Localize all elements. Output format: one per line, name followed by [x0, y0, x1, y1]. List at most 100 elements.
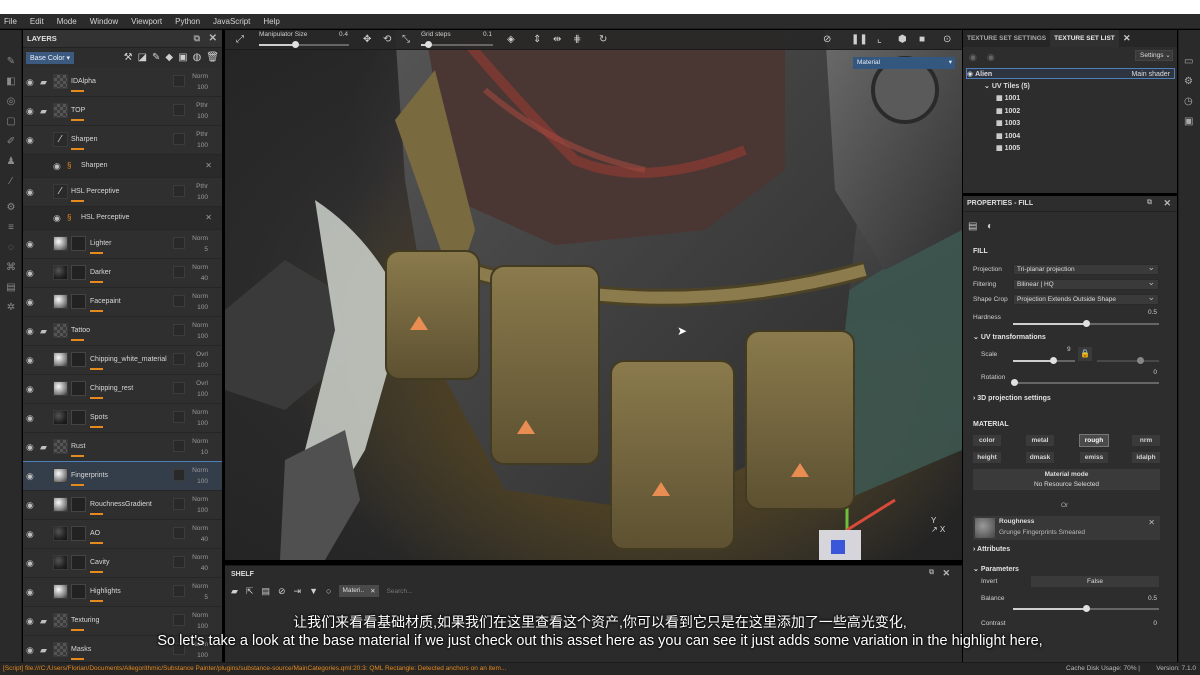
- snap-icon[interactable]: ⋕: [573, 34, 581, 45]
- menu-window[interactable]: Window: [90, 17, 118, 26]
- close-icon[interactable]: ✕: [209, 33, 217, 44]
- float-icon[interactable]: ⧉: [194, 33, 200, 44]
- uv-tile-row[interactable]: ▦ 1005: [966, 143, 1175, 154]
- uv-tile-row[interactable]: ▦ 1002: [966, 106, 1175, 117]
- layer-checkbox[interactable]: [173, 469, 185, 481]
- layers-stack-icon[interactable]: ≡: [5, 222, 17, 234]
- layer-row[interactable]: ◉ Cavity Norm 40: [23, 549, 222, 578]
- eye-icon[interactable]: ◉: [26, 297, 34, 308]
- python-icon[interactable]: ⌘: [5, 262, 17, 274]
- eye-icon[interactable]: ◉: [26, 268, 34, 279]
- history-icon[interactable]: ↻: [599, 34, 607, 45]
- attributes-toggle[interactable]: › Attributes: [973, 546, 1010, 553]
- layer-blend[interactable]: Ovrl 100: [196, 378, 208, 400]
- projection-3d-toggle[interactable]: › 3D projection settings: [973, 395, 1051, 402]
- eye-icon[interactable]: ◉: [26, 239, 34, 250]
- picker-icon[interactable]: ⁄: [5, 176, 17, 188]
- add-fill-layer-icon[interactable]: ◆: [165, 52, 173, 63]
- eye-icon[interactable]: ◉: [26, 442, 34, 453]
- mask-thumbnail[interactable]: [71, 555, 86, 570]
- layer-blend[interactable]: Pthr 100: [196, 100, 208, 122]
- layer-blend[interactable]: Pthr 100: [196, 129, 208, 151]
- layer-row[interactable]: ◉ Facepaint Norm 100: [23, 288, 222, 317]
- add-folder-icon[interactable]: ▣: [178, 52, 187, 63]
- mask-thumbnail[interactable]: [71, 381, 86, 396]
- channel-toggle-color[interactable]: color: [973, 435, 1001, 446]
- layer-effect-row[interactable]: ◉ § HSL Perceptive ✕: [23, 207, 222, 230]
- save-icon[interactable]: ▤: [261, 586, 270, 597]
- layer-checkbox[interactable]: [173, 498, 185, 510]
- layer-checkbox[interactable]: [173, 585, 185, 597]
- close-icon[interactable]: ✕: [1163, 198, 1171, 209]
- pause-icon[interactable]: ❚❚: [851, 34, 868, 45]
- cog-icon[interactable]: ✲: [5, 302, 17, 314]
- layer-blend[interactable]: Norm 5: [192, 581, 208, 603]
- layer-checkbox[interactable]: [173, 527, 185, 539]
- layer-blend[interactable]: Norm 40: [192, 523, 208, 545]
- layer-checkbox[interactable]: [173, 295, 185, 307]
- eye-icon[interactable]: ◉: [53, 161, 61, 172]
- eye-icon[interactable]: ◉: [26, 413, 34, 424]
- scale-v-slider[interactable]: [1097, 357, 1159, 364]
- clone-icon[interactable]: ♟: [5, 156, 17, 168]
- eye-icon[interactable]: ◉: [26, 77, 34, 88]
- shape-crop-dropdown[interactable]: Projection Extends Outside Shape: [1013, 292, 1159, 305]
- filter-icon[interactable]: ▼: [309, 586, 318, 596]
- uv-tile-row[interactable]: ▦ 1003: [966, 118, 1175, 129]
- eraser-icon[interactable]: ◧: [5, 76, 17, 88]
- hardness-slider[interactable]: [1013, 320, 1159, 327]
- eye-icon[interactable]: ◉: [987, 52, 995, 63]
- filter-tag[interactable]: Materi.. ✕: [339, 585, 379, 597]
- layer-row[interactable]: ◉ ▰ Tattoo Norm 100: [23, 317, 222, 346]
- folder-icon[interactable]: ▰: [231, 586, 238, 597]
- layer-checkbox[interactable]: [173, 133, 185, 145]
- layer-checkbox[interactable]: [173, 324, 185, 336]
- balance-slider[interactable]: [1013, 605, 1159, 612]
- menu-python[interactable]: Python: [175, 17, 200, 26]
- layer-row[interactable]: ◉ ▰ TOP Pthr 100: [23, 97, 222, 126]
- rotate-icon[interactable]: ⟲: [383, 34, 391, 45]
- invert-toggle[interactable]: False: [1031, 576, 1159, 587]
- close-icon[interactable]: ✕: [370, 587, 375, 595]
- layer-blend[interactable]: Ovrl 100: [196, 349, 208, 371]
- projection-icon[interactable]: ◎: [5, 96, 17, 108]
- eye-icon[interactable]: ◉: [26, 106, 34, 117]
- layer-row[interactable]: ◉ ⁄ HSL Perceptive Pthr 100: [23, 178, 222, 207]
- layer-row[interactable]: ◉ Chipping_rest Ovrl 100: [23, 375, 222, 404]
- material-sphere-icon[interactable]: ◐: [987, 221, 993, 232]
- paint-brush-icon[interactable]: ✎: [5, 56, 17, 68]
- eye-icon[interactable]: ◉: [26, 135, 34, 146]
- folder-icon[interactable]: ▰: [40, 326, 47, 337]
- layer-blend[interactable]: Norm 100: [192, 407, 208, 429]
- shelf-icon[interactable]: ▭: [1184, 56, 1193, 67]
- channel-toggle-emiss[interactable]: emiss: [1080, 452, 1108, 463]
- mask-thumbnail[interactable]: [71, 410, 86, 425]
- menu-mode[interactable]: Mode: [57, 17, 77, 26]
- mask-thumbnail[interactable]: [71, 352, 86, 367]
- fill-properties-icon[interactable]: ▤: [968, 221, 977, 232]
- layer-blend[interactable]: Norm 40: [192, 262, 208, 284]
- bake-icon[interactable]: ◌: [5, 242, 17, 254]
- history-icon[interactable]: ◷: [1184, 96, 1193, 107]
- smudge-icon[interactable]: ✐: [5, 136, 17, 148]
- eye-icon[interactable]: ◉: [26, 558, 34, 569]
- circle-icon[interactable]: ○: [326, 586, 331, 596]
- layer-checkbox[interactable]: [173, 556, 185, 568]
- export-icon[interactable]: ⇥: [294, 586, 302, 597]
- manipulator-size-slider[interactable]: [259, 41, 349, 48]
- eye-icon[interactable]: ◉: [26, 384, 34, 395]
- menu-file[interactable]: File: [4, 17, 17, 26]
- mask-thumbnail[interactable]: [71, 584, 86, 599]
- menu-javascript[interactable]: JavaScript: [213, 17, 250, 26]
- layer-row[interactable]: ◉ Lighter Norm 5: [23, 230, 222, 259]
- close-icon[interactable]: ✕: [1148, 518, 1155, 527]
- eye-icon[interactable]: ◉: [967, 71, 973, 78]
- layer-row[interactable]: ◉ ⁄ Sharpen Pthr 100: [23, 126, 222, 155]
- uv-tile-row[interactable]: ▦ 1004: [966, 131, 1175, 142]
- camera-frame-icon[interactable]: ⌞: [877, 34, 882, 45]
- layer-blend[interactable]: Norm 100: [192, 291, 208, 313]
- layer-row[interactable]: ◉ Spots Norm 100: [23, 404, 222, 433]
- mask-thumbnail[interactable]: [71, 294, 86, 309]
- layer-checkbox[interactable]: [173, 440, 185, 452]
- layer-row[interactable]: ◉ ▰ Rust Norm 10: [23, 433, 222, 462]
